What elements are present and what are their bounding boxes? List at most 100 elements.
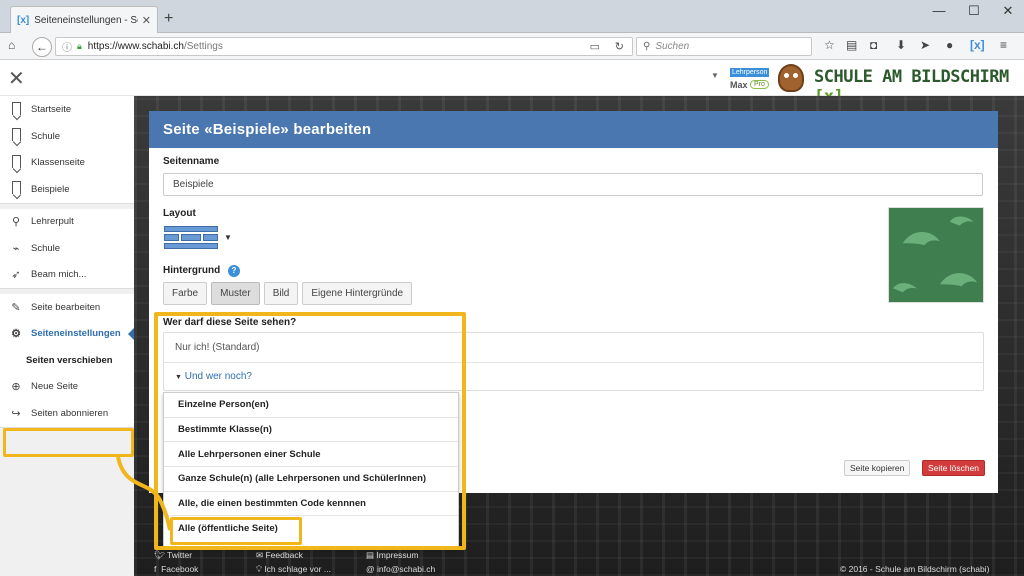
help-icon[interactable]: ? xyxy=(228,265,240,277)
visibility-label: Wer darf diese Seite sehen? xyxy=(163,317,297,328)
menu-icon[interactable]: ≡ xyxy=(1000,38,1007,52)
reader-view-icon[interactable]: ▭ xyxy=(590,40,600,53)
layout-label: Layout xyxy=(163,208,196,219)
extension-icon[interactable]: [x] xyxy=(970,38,985,52)
visibility-selector[interactable]: Nur ich! (Standard) ▼ Und wer noch? xyxy=(163,332,984,391)
new-tab-icon[interactable]: + xyxy=(164,10,173,28)
bookmark-star-icon[interactable]: ☆ xyxy=(824,38,835,52)
bookmark-icon xyxy=(8,101,24,118)
footer-impressum-label: Impressum xyxy=(376,550,419,560)
footer-feedback-label: Feedback xyxy=(265,550,303,560)
url-host: https://www.schabi.ch xyxy=(87,41,184,52)
page-name-input[interactable] xyxy=(163,173,983,196)
sidebar-item-label: Neue Seite xyxy=(31,381,79,393)
sidebar-item-beam[interactable]: ➶ Beam mich... xyxy=(0,262,134,289)
home-icon[interactable]: ⌂ xyxy=(8,38,15,52)
sidebar-tools: ⚲ Lehrerpult ⌁ Schule ➶ Beam mich... xyxy=(0,208,134,289)
send-icon[interactable]: ➤ xyxy=(920,38,930,52)
info-icon[interactable]: ⓘ xyxy=(62,39,72,54)
footer-twitter-label: Twitter xyxy=(167,550,193,560)
user-role-badge: Lehrperson xyxy=(730,68,770,77)
reload-icon[interactable]: ↻ xyxy=(615,40,624,53)
sidebar-settings: ✎ Seite bearbeiten ⚙ Seiteneinstellungen S… xyxy=(0,294,135,428)
menu-item-all-teachers[interactable]: Alle Lehrpersonen einer Schule xyxy=(164,442,458,468)
browser-tab[interactable]: [x] Seiteneinstellungen - Schule ✕ xyxy=(10,6,158,33)
sidebar-item-seite-bearbeiten[interactable]: ✎ Seite bearbeiten xyxy=(0,294,134,321)
search-placeholder: Suchen xyxy=(655,41,690,52)
close-menu-icon[interactable]: ✕ xyxy=(8,66,25,91)
sidebar-item-lehrerpult[interactable]: ⚲ Lehrerpult xyxy=(0,209,134,236)
footer-email-link[interactable]: @ info@schabi.ch xyxy=(366,564,435,574)
footer-suggest-link[interactable]: 💡︎ Ich schlage vor ... xyxy=(256,564,331,575)
search-input[interactable]: ⚲ Suchen xyxy=(636,37,812,56)
library-icon[interactable]: ▤ xyxy=(846,38,857,52)
visibility-divider xyxy=(164,362,983,363)
sidebar-item-label: Seite bearbeiten xyxy=(31,301,101,313)
background-custom-button[interactable]: Eigene Hintergründe xyxy=(302,282,413,305)
sync-icon[interactable]: ● xyxy=(946,38,953,52)
visibility-dropdown-menu: Einzelne Person(en) Bestimmte Klasse(n) … xyxy=(163,392,459,548)
user-name[interactable]: Max xyxy=(730,80,748,90)
background-pattern-button[interactable]: Muster xyxy=(211,282,260,305)
pocket-icon[interactable]: ◘ xyxy=(870,38,877,52)
chart-board-icon: ⌁ xyxy=(12,242,20,255)
menu-item-public-page[interactable]: Alle (öffentliche Seite) xyxy=(164,516,458,541)
footer-copyright: © 2016 - Schule am Bildschirm (schabi) xyxy=(840,564,990,574)
sidebar-item-startseite[interactable]: Startseite xyxy=(0,96,134,123)
sidebar-item-label: Seiten abonnieren xyxy=(31,407,109,419)
sidebar-item-label: Klassenseite xyxy=(31,157,85,169)
minimize-icon[interactable]: — xyxy=(924,3,954,18)
address-bar[interactable]: ⓘ 🔒︎ https://www.schabi.ch/Settings ▭ ↻ xyxy=(55,37,633,56)
footer-twitter-link[interactable]: 🐦︎ Twitter xyxy=(154,550,192,561)
brand-text: SCHULE AM BILDSCHIRM xyxy=(814,67,1009,87)
copy-page-button[interactable]: Seite kopieren xyxy=(844,460,911,476)
gear-icon: ⚙ xyxy=(11,328,21,341)
pro-badge: Pro xyxy=(750,80,769,89)
sidebar-item-beispiele[interactable]: Beispiele xyxy=(0,176,134,203)
sidebar-item-schule[interactable]: Schule xyxy=(0,123,134,150)
background-color-button[interactable]: Farbe xyxy=(163,282,208,305)
menu-item-whole-schools[interactable]: Ganze Schule(n) (alle Lehrpersonen und S… xyxy=(164,467,458,492)
search-icon: ⚲ xyxy=(643,41,651,52)
sidebar-item-seiteneinstellungen[interactable]: ⚙ Seiteneinstellungen xyxy=(0,321,135,348)
delete-page-button[interactable]: Seite löschen xyxy=(922,460,986,476)
background-label: Hintergrund xyxy=(163,265,221,276)
footer-impressum-link[interactable]: ▤ Impressum xyxy=(366,550,418,561)
plus-circle-icon: ⊕ xyxy=(11,381,21,394)
sidebar: Startseite Schule Klassenseite Beispiele… xyxy=(0,96,135,576)
sidebar-item-label: Seiten verschieben xyxy=(26,354,113,366)
bookmark-icon xyxy=(8,128,24,144)
background-type-buttons: Farbe Muster Bild Eigene Hintergründe xyxy=(163,282,416,305)
menu-item-single-persons[interactable]: Einzelne Person(en) xyxy=(164,393,458,418)
background-pattern-preview[interactable] xyxy=(888,207,984,303)
background-image-button[interactable]: Bild xyxy=(263,282,299,305)
menu-item-code-holders[interactable]: Alle, die einen bestimmten Code kennnen xyxy=(164,492,458,517)
window-close-icon[interactable]: ✕ xyxy=(993,3,1023,19)
download-icon[interactable]: ⬇ xyxy=(896,38,906,52)
footer-feedback-link[interactable]: ✉ Feedback xyxy=(256,550,303,561)
footer-suggest-label: Ich schlage vor ... xyxy=(264,564,331,574)
visibility-more-toggle[interactable]: ▼ Und wer noch? xyxy=(175,371,252,382)
footer-facebook-link[interactable]: f Facebook xyxy=(154,564,198,574)
user-menu-caret-icon[interactable]: ▼ xyxy=(711,71,719,80)
sidebar-item-seiten-verschieben[interactable]: Seiten verschieben xyxy=(0,347,134,374)
page-name-label: Seitenname xyxy=(163,156,220,167)
layout-select-icon[interactable] xyxy=(164,226,218,250)
menu-item-certain-classes[interactable]: Bestimmte Klasse(n) xyxy=(164,418,458,443)
pencil-icon: ✎ xyxy=(11,301,21,314)
layout-dropdown-caret-icon[interactable]: ▼ xyxy=(224,233,232,242)
sidebar-item-schule-board[interactable]: ⌁ Schule xyxy=(0,235,134,262)
back-button[interactable]: ← xyxy=(32,37,52,57)
visibility-current-option[interactable]: Nur ich! (Standard) xyxy=(175,342,259,353)
sidebar-item-klassenseite[interactable]: Klassenseite xyxy=(0,150,134,177)
sidebar-item-neue-seite[interactable]: ⊕ Neue Seite xyxy=(0,374,134,401)
url-path: /Settings xyxy=(183,41,223,52)
sidebar-item-label: Beispiele xyxy=(31,183,70,195)
maximize-icon[interactable]: ☐ xyxy=(959,3,989,19)
sidebar-item-seiten-abonnieren[interactable]: ↪ Seiten abonnieren xyxy=(0,400,134,427)
sidebar-pages: Startseite Schule Klassenseite Beispiele xyxy=(0,96,134,204)
tab-close-icon[interactable]: ✕ xyxy=(142,14,151,27)
sidebar-item-label: Lehrerpult xyxy=(31,216,74,228)
footer-email-label: info@schabi.ch xyxy=(377,564,436,574)
tab-title: Seiteneinstellungen - Schule xyxy=(34,14,138,26)
